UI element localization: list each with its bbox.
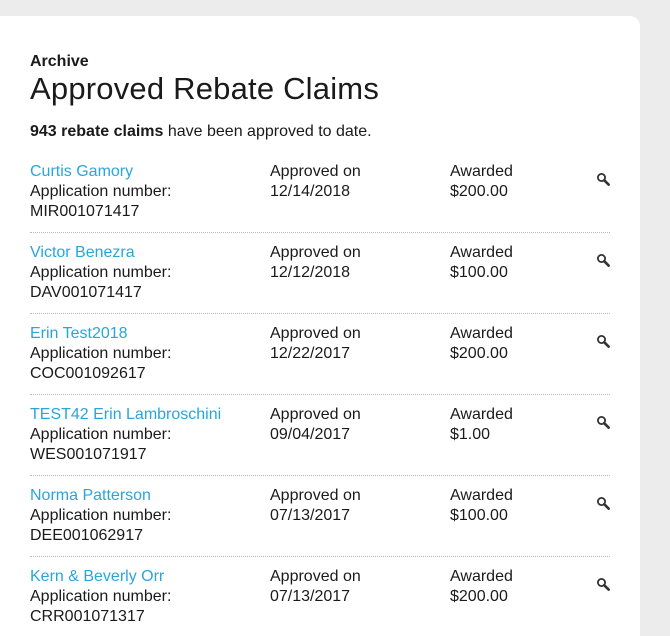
page-title: Approved Rebate Claims: [30, 71, 380, 106]
archive-card: Archive Approved Rebate Claims 943 rebat…: [0, 16, 640, 636]
claim-row: Curtis Gamory Application number: MIR001…: [30, 162, 610, 233]
approved-date-cell: Approved on 12/22/2017: [270, 324, 450, 364]
award-cell: Awarded $100.00: [450, 243, 570, 283]
awarded-label: Awarded: [450, 325, 513, 342]
application-number-label: Application number:: [30, 183, 172, 200]
application-number: WES001071917: [30, 446, 147, 463]
claim-name-cell: Curtis Gamory Application number: MIR001…: [30, 162, 270, 222]
award-amount: $100.00: [450, 507, 508, 524]
award-cell: Awarded $1.00: [450, 405, 570, 445]
application-number-label: Application number:: [30, 345, 172, 362]
approved-date: 07/13/2017: [270, 588, 351, 605]
application-number-label: Application number:: [30, 588, 172, 605]
approved-date-cell: Approved on 12/12/2018: [270, 243, 450, 283]
award-amount: $200.00: [450, 345, 508, 362]
approved-on-label: Approved on: [270, 568, 361, 585]
claim-name-cell: Kern & Beverly Orr Application number: C…: [30, 567, 270, 627]
award-amount: $100.00: [450, 264, 508, 281]
claim-name-cell: Norma Patterson Application number: DEE0…: [30, 486, 270, 546]
magnifier-icon[interactable]: [596, 253, 610, 267]
approved-on-label: Approved on: [270, 487, 361, 504]
summary-text: 943 rebate claims have been approved to …: [30, 122, 610, 142]
awarded-label: Awarded: [450, 568, 513, 585]
section-eyebrow: Archive: [30, 53, 89, 70]
claimant-name-link[interactable]: Norma Patterson: [30, 486, 270, 506]
approved-date: 09/04/2017: [270, 426, 351, 443]
application-number-label: Application number:: [30, 507, 172, 524]
award-amount: $1.00: [450, 426, 491, 443]
awarded-label: Awarded: [450, 487, 513, 504]
awarded-label: Awarded: [450, 163, 513, 180]
magnifier-icon[interactable]: [596, 496, 610, 510]
approved-date-cell: Approved on 07/13/2017: [270, 486, 450, 526]
application-number: MIR001071417: [30, 203, 140, 220]
claim-row: Erin Test2018 Application number: COC001…: [30, 314, 610, 395]
approved-date: 12/22/2017: [270, 345, 351, 362]
approved-on-label: Approved on: [270, 325, 361, 342]
magnifier-icon[interactable]: [596, 172, 610, 186]
magnifier-icon[interactable]: [596, 334, 610, 348]
approved-date: 12/12/2018: [270, 264, 351, 281]
summary-rest: have been approved to date.: [163, 123, 372, 140]
approved-date-cell: Approved on 07/13/2017: [270, 567, 450, 607]
claim-name-cell: Erin Test2018 Application number: COC001…: [30, 324, 270, 384]
claims-list: Curtis Gamory Application number: MIR001…: [30, 162, 610, 636]
application-number: DAV001071417: [30, 284, 142, 301]
claimant-name-link[interactable]: TEST42 Erin Lambroschini: [30, 405, 270, 425]
award-cell: Awarded $200.00: [450, 324, 570, 364]
application-number: DEE001062917: [30, 527, 143, 544]
application-number: COC001092617: [30, 365, 146, 382]
awarded-label: Awarded: [450, 244, 513, 261]
approved-on-label: Approved on: [270, 406, 361, 423]
claim-row: Victor Benezra Application number: DAV00…: [30, 233, 610, 314]
award-amount: $200.00: [450, 183, 508, 200]
approved-on-label: Approved on: [270, 163, 361, 180]
summary-count: 943 rebate claims: [30, 123, 164, 140]
approved-date-cell: Approved on 09/04/2017: [270, 405, 450, 445]
magnifier-icon[interactable]: [596, 577, 610, 591]
approved-date-cell: Approved on 12/14/2018: [270, 162, 450, 202]
application-number-label: Application number:: [30, 426, 172, 443]
application-number-label: Application number:: [30, 264, 172, 281]
award-cell: Awarded $100.00: [450, 486, 570, 526]
view-cell: [570, 162, 610, 186]
claimant-name-link[interactable]: Kern & Beverly Orr: [30, 567, 270, 587]
view-cell: [570, 405, 610, 429]
view-cell: [570, 486, 610, 510]
application-number: CRR001071317: [30, 608, 145, 625]
claimant-name-link[interactable]: Erin Test2018: [30, 324, 270, 344]
view-cell: [570, 324, 610, 348]
claim-row: Norma Patterson Application number: DEE0…: [30, 476, 610, 557]
award-cell: Awarded $200.00: [450, 567, 570, 607]
view-cell: [570, 243, 610, 267]
awarded-label: Awarded: [450, 406, 513, 423]
award-cell: Awarded $200.00: [450, 162, 570, 202]
claim-name-cell: TEST42 Erin Lambroschini Application num…: [30, 405, 270, 465]
approved-date: 12/14/2018: [270, 183, 351, 200]
claimant-name-link[interactable]: Victor Benezra: [30, 243, 270, 263]
approved-on-label: Approved on: [270, 244, 361, 261]
view-cell: [570, 567, 610, 591]
claim-row: Kern & Beverly Orr Application number: C…: [30, 557, 610, 636]
approved-date: 07/13/2017: [270, 507, 351, 524]
claim-name-cell: Victor Benezra Application number: DAV00…: [30, 243, 270, 303]
award-amount: $200.00: [450, 588, 508, 605]
claimant-name-link[interactable]: Curtis Gamory: [30, 162, 270, 182]
magnifier-icon[interactable]: [596, 415, 610, 429]
claim-row: TEST42 Erin Lambroschini Application num…: [30, 395, 610, 476]
